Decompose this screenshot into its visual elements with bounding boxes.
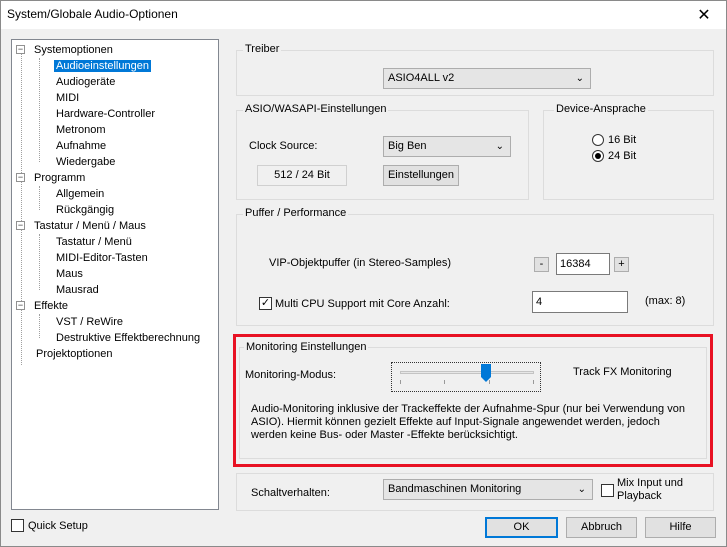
quick-setup-checkbox[interactable] bbox=[11, 519, 24, 532]
collapse-icon[interactable]: − bbox=[16, 173, 25, 182]
tree-item-audiogeraete[interactable]: Audiogeräte bbox=[54, 74, 117, 90]
tree-item-mausrad[interactable]: Mausrad bbox=[54, 282, 101, 298]
monitoring-mode-value: Track FX Monitoring bbox=[573, 366, 672, 378]
tree-item-hardware-controller[interactable]: Hardware-Controller bbox=[54, 106, 157, 122]
buffer-format-display: 512 / 24 Bit bbox=[257, 165, 347, 186]
mix-input-checkbox[interactable] bbox=[601, 484, 614, 497]
treiber-group-title: Treiber bbox=[243, 43, 282, 55]
collapse-icon[interactable]: − bbox=[16, 45, 25, 54]
monitoring-mode-slider[interactable] bbox=[391, 362, 541, 392]
quick-setup-label: Quick Setup bbox=[28, 520, 88, 532]
tree-item-midi-editor-tasten[interactable]: MIDI-Editor-Tasten bbox=[54, 250, 150, 266]
puffer-group-title: Puffer / Performance bbox=[243, 207, 349, 219]
tree-item-tastatur-menue[interactable]: Tastatur / Menü bbox=[54, 234, 134, 250]
tree-item-aufnahme[interactable]: Aufnahme bbox=[54, 138, 108, 154]
tree-item-maus[interactable]: Maus bbox=[54, 266, 85, 282]
tree-item-audioeinstellungen[interactable]: Audioeinstellungen bbox=[54, 58, 151, 74]
driver-select[interactable]: ASIO4ALL v2 ⌄ bbox=[383, 68, 591, 89]
tree-item-vst-rewire[interactable]: VST / ReWire bbox=[54, 314, 125, 330]
monitoring-mode-label: Monitoring-Modus: bbox=[245, 369, 337, 381]
ok-button[interactable]: OK bbox=[485, 517, 558, 538]
clock-source-label: Clock Source: bbox=[249, 140, 318, 152]
tree-item-destruktive-effektberechnung[interactable]: Destruktive Effektberechnung bbox=[54, 330, 202, 346]
radio-24-bit-label: 24 Bit bbox=[608, 150, 637, 162]
tree-item-metronom[interactable]: Metronom bbox=[54, 122, 108, 138]
vip-buffer-label: VIP-Objektpuffer (in Stereo-Samples) bbox=[269, 257, 451, 269]
multi-cpu-checkbox[interactable]: ✓ bbox=[259, 297, 272, 310]
monitoring-group-title: Monitoring Einstellungen bbox=[244, 341, 369, 353]
tree-item-rueckgaengig[interactable]: Rückgängig bbox=[54, 202, 116, 218]
asio-settings-button[interactable]: Einstellungen bbox=[383, 165, 459, 186]
window-title: System/Globale Audio-Optionen bbox=[7, 7, 178, 21]
tree-item-projektoptionen[interactable]: Projektoptionen bbox=[34, 346, 114, 362]
chevron-down-icon: ⌄ bbox=[575, 73, 584, 84]
asio-group-title: ASIO/WASAPI-Einstellungen bbox=[243, 103, 389, 115]
title-bar: System/Globale Audio-Optionen ✕ bbox=[1, 1, 726, 29]
tree-item-allgemein[interactable]: Allgemein bbox=[54, 186, 106, 202]
options-dialog: System/Globale Audio-Optionen ✕ − System… bbox=[0, 0, 727, 547]
tree-item-midi[interactable]: MIDI bbox=[54, 90, 81, 106]
radio-24-bit[interactable] bbox=[592, 150, 604, 162]
radio-16-bit[interactable] bbox=[592, 134, 604, 146]
collapse-icon[interactable]: − bbox=[16, 221, 25, 230]
abbruch-button[interactable]: Abbruch bbox=[566, 517, 637, 538]
vip-decrement-button[interactable]: - bbox=[534, 257, 549, 272]
tree-item-wiedergabe[interactable]: Wiedergabe bbox=[54, 154, 117, 170]
hilfe-button[interactable]: Hilfe bbox=[645, 517, 716, 538]
clock-source-select[interactable]: Big Ben ⌄ bbox=[383, 136, 511, 157]
multi-cpu-label: Multi CPU Support mit Core Anzahl: bbox=[275, 298, 450, 310]
collapse-icon[interactable]: − bbox=[16, 301, 25, 310]
max-cores-label: (max: 8) bbox=[645, 295, 686, 307]
vip-increment-button[interactable]: + bbox=[614, 257, 629, 272]
options-tree[interactable]: − Systemoptionen Audioeinstellungen Audi… bbox=[11, 39, 219, 510]
mix-input-label: Mix Input und Playback bbox=[617, 477, 684, 502]
schaltverhalten-select[interactable]: Bandmaschinen Monitoring ⌄ bbox=[383, 479, 593, 500]
schaltverhalten-label: Schaltverhalten: bbox=[251, 487, 330, 499]
slider-track bbox=[400, 371, 534, 374]
core-count-input[interactable]: 4 bbox=[532, 291, 628, 313]
close-icon[interactable]: ✕ bbox=[682, 1, 726, 29]
radio-16-bit-label: 16 Bit bbox=[608, 134, 637, 146]
monitoring-description: Audio-Monitoring inklusive der Trackeffe… bbox=[251, 403, 685, 441]
slider-thumb[interactable] bbox=[481, 364, 491, 382]
vip-buffer-input[interactable]: 16384 bbox=[556, 253, 610, 275]
device-group-title: Device-Ansprache bbox=[554, 103, 648, 115]
chevron-down-icon: ⌄ bbox=[495, 141, 504, 152]
chevron-down-icon: ⌄ bbox=[577, 484, 586, 495]
